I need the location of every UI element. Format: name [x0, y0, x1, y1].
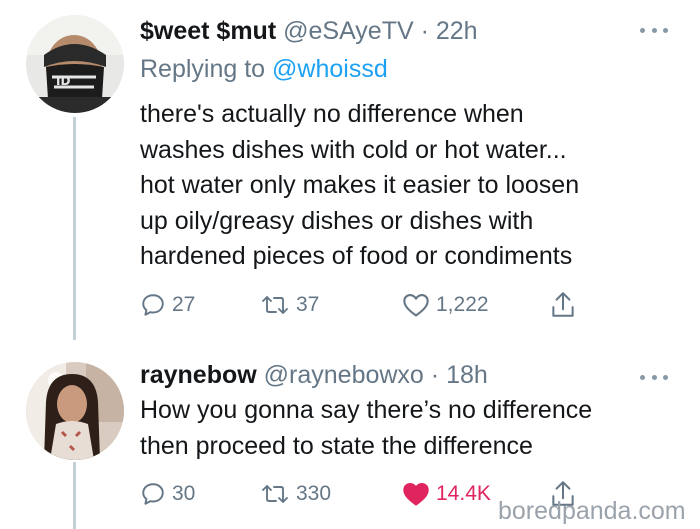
timestamp[interactable]: 22h [436, 17, 478, 45]
more-options-icon[interactable] [640, 372, 668, 382]
share-icon [552, 292, 574, 317]
timestamp[interactable]: 18h [446, 361, 488, 389]
replying-to: Replying to @whoissd [140, 54, 388, 84]
reply-count: 30 [172, 482, 196, 505]
retweet-icon [262, 485, 288, 503]
display-name[interactable]: raynebow [140, 361, 257, 389]
thread-line [73, 117, 76, 340]
like-count: 14.4K [436, 482, 491, 505]
heart-icon [403, 294, 429, 317]
thread-line [73, 462, 76, 529]
like-button[interactable]: 1,222 [402, 288, 489, 322]
separator: · [423, 361, 447, 389]
reply-icon [142, 294, 164, 316]
retweet-button[interactable]: 330 [260, 477, 331, 511]
tweet-text: How you gonna say there’s no difference … [140, 393, 680, 464]
reply-icon [142, 483, 164, 505]
avatar[interactable] [26, 362, 124, 460]
tweet-text-line: up oily/greasy dishes or dishes with [140, 206, 534, 235]
retweet-icon [262, 296, 288, 314]
watermark: boredpanda.com [498, 497, 686, 525]
like-count: 1,222 [436, 293, 489, 316]
tweet-text-line: there's actually no difference when [140, 100, 524, 128]
tweet-text-line: hot water only makes it easier to loosen [140, 171, 580, 199]
svg-text:ID: ID [56, 74, 70, 88]
heart-icon [403, 483, 429, 506]
tweet-header: $weet $mut @eSAyeTV · 22h [140, 16, 478, 46]
tweet-text-line: then proceed to state the difference [140, 431, 533, 460]
like-button[interactable]: 14.4K [402, 477, 491, 511]
reply-button[interactable]: 27 [140, 288, 195, 322]
tweet-text: there's actually no difference when wash… [140, 97, 680, 275]
display-name[interactable]: $weet $mut [140, 17, 276, 45]
tweet-text-line: washes dishes with cold or hot water... [140, 135, 567, 164]
action-bar: 27 37 1,222 [140, 288, 680, 322]
separator: · [413, 17, 436, 45]
retweet-button[interactable]: 37 [260, 288, 319, 322]
retweet-count: 330 [296, 482, 332, 505]
tweet-text-line: How you gonna say there’s no difference [140, 396, 593, 424]
user-handle[interactable]: @raynebowxo [264, 361, 424, 389]
replying-to-mention[interactable]: @whoissd [272, 55, 388, 83]
avatar[interactable]: ID [26, 15, 124, 113]
share-button[interactable] [550, 288, 576, 322]
tweet-header: raynebow @raynebowxo · 18h [140, 360, 488, 390]
retweet-count: 37 [296, 293, 320, 316]
tweet[interactable]: ID $weet $mut @eSAyeTV · 22h Replying to… [0, 0, 700, 340]
more-options-icon[interactable] [640, 25, 668, 35]
reply-count: 27 [172, 293, 196, 316]
user-handle[interactable]: @eSAyeTV [283, 17, 414, 45]
tweet-text-line: hardened pieces of food or condiments [140, 242, 573, 270]
reply-button[interactable]: 30 [140, 477, 195, 511]
replying-prefix: Replying to [140, 55, 273, 83]
